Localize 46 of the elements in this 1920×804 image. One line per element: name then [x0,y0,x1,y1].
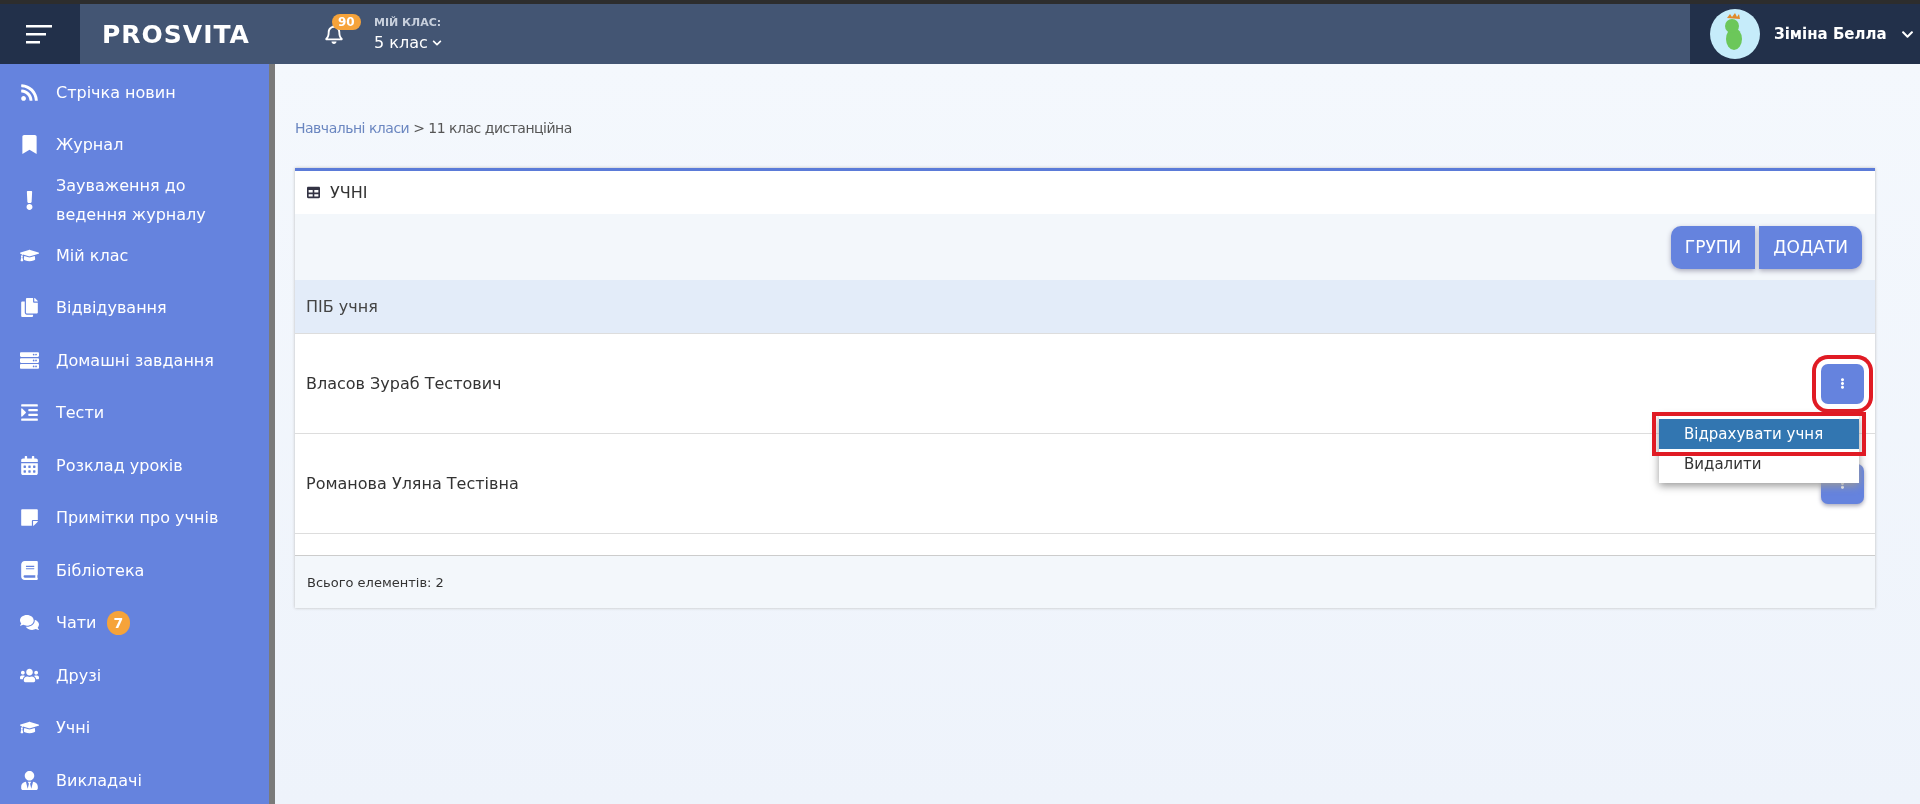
sidebar-item[interactable]: Чати 7 [0,596,269,649]
sidebar-item[interactable]: Домашні завдання [0,334,269,387]
notification-count: 90 [332,14,361,30]
logo[interactable]: PROSVITA [102,4,272,64]
class-label: МІЙ КЛАС: [374,16,442,29]
sidebar-item[interactable]: Відвідування [0,281,269,334]
sidebar-item[interactable]: Друзі [0,649,269,702]
add-button[interactable]: ДОДАТИ [1759,225,1862,269]
list-icon [19,350,39,370]
documents-icon [19,298,39,318]
card-title: УЧНІ [330,183,368,202]
sidebar-item[interactable]: Примітки про учнів [0,491,269,544]
sidebar-item[interactable]: Учні [0,701,269,754]
class-dropdown[interactable]: 5 клас [374,33,442,52]
person-icon [19,770,39,790]
menu-icon [26,24,54,44]
table-icon [307,186,320,199]
chevron-icon [431,37,442,48]
note-icon [19,508,39,528]
bookmark-icon [19,135,39,155]
menu-button[interactable] [0,4,80,64]
indent-icon [19,403,39,423]
column-header: ПІБ учня [306,297,378,316]
sidebar-item[interactable]: Бібліотека [0,544,269,597]
avatar-icon [1710,9,1760,59]
sidebar-item[interactable]: Зауваження до ведення журналу [0,171,269,229]
breadcrumb-current: 11 клас дистанційна [428,120,572,136]
sidebar-item[interactable]: Тести [0,386,269,439]
rss-icon [19,82,39,102]
sidebar-item[interactable]: Журнал [0,118,269,171]
count-badge: 7 [106,610,131,635]
chat-icon [19,613,39,633]
sidebar-item[interactable]: Мій клас [0,229,269,282]
menu-item[interactable]: Видалити [1659,449,1859,479]
total-count: Всього елементів: 2 [295,556,1875,608]
table-cell: Романова Уляна Тестівна [306,474,519,493]
book-icon [19,560,39,580]
calendar-icon [19,455,39,475]
breadcrumb-separator: > [412,120,426,136]
breadcrumb-link[interactable]: Навчальні класи [295,120,410,136]
user-menu[interactable]: Зіміна Белла [1690,4,1920,64]
table-cell: Власов Зураб Тестович [306,374,502,393]
sidebar-item[interactable]: Стрічка новин [0,66,269,119]
sidebar-item[interactable]: Викладачі [0,754,269,804]
sidebar-item[interactable]: Розклад уроків [0,439,269,492]
groups-button[interactable]: ГРУПИ [1670,225,1756,269]
